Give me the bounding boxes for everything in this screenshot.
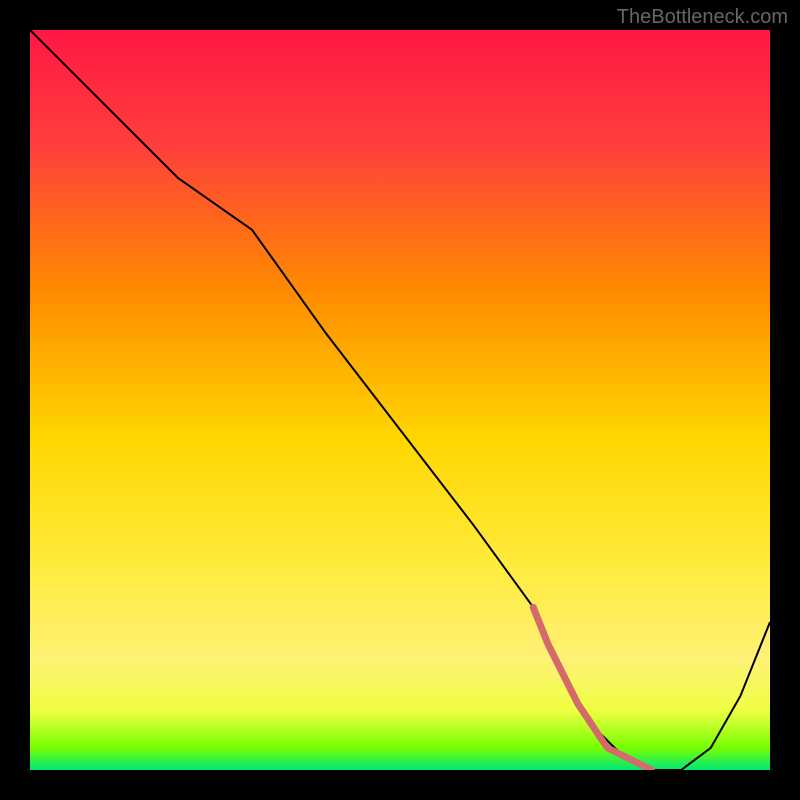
chart-plot-area xyxy=(30,30,770,770)
chart-lines-layer xyxy=(30,30,770,770)
watermark-text: TheBottleneck.com xyxy=(617,6,788,29)
